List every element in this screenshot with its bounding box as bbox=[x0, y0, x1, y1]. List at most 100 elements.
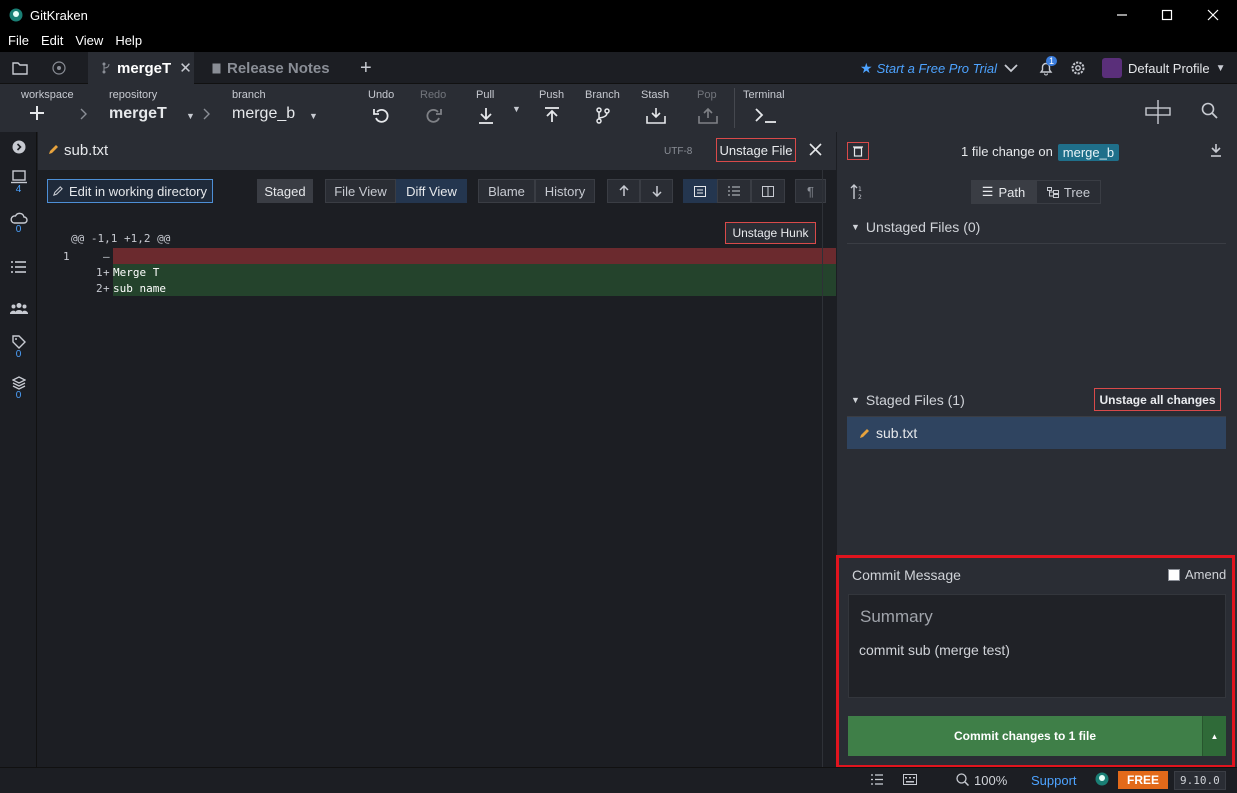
tree-view-button[interactable]: Tree bbox=[1036, 180, 1101, 204]
pull-options-caret-icon[interactable]: ▼ bbox=[512, 104, 521, 114]
left-rail: 4 0 0 0 bbox=[0, 132, 37, 767]
pencil-icon bbox=[859, 428, 870, 439]
activity-log-icon[interactable] bbox=[871, 774, 883, 785]
diff-line-text: Merge T bbox=[113, 266, 160, 279]
teams-icon[interactable] bbox=[0, 302, 37, 314]
add-workspace-icon[interactable] bbox=[30, 106, 44, 120]
search-icon[interactable] bbox=[1201, 102, 1218, 119]
pop-label[interactable]: Pop bbox=[697, 89, 717, 101]
minimize-button[interactable] bbox=[1099, 0, 1145, 30]
stash-label[interactable]: Stash bbox=[641, 89, 669, 101]
split-view-button[interactable] bbox=[751, 179, 785, 203]
unstage-file-button[interactable]: Unstage File bbox=[716, 138, 796, 162]
push-icon[interactable] bbox=[544, 107, 560, 124]
path-view-button[interactable]: ☰ Path bbox=[971, 180, 1036, 204]
breadcrumb-chevron-icon bbox=[203, 108, 211, 120]
keyboard-icon[interactable] bbox=[903, 774, 917, 785]
expand-panel-icon[interactable] bbox=[0, 140, 37, 154]
file-view-tab[interactable]: File View bbox=[325, 179, 396, 203]
branch-button-label[interactable]: Branch bbox=[585, 89, 620, 101]
diff-view-tab[interactable]: Diff View bbox=[396, 179, 467, 203]
layout-toggle-icon[interactable] bbox=[1145, 100, 1171, 124]
undo-label[interactable]: Undo bbox=[368, 89, 394, 101]
amend-label: Amend bbox=[1185, 567, 1227, 582]
push-label[interactable]: Push bbox=[539, 89, 564, 101]
profile-name: Default Profile bbox=[1128, 60, 1210, 76]
amend-checkbox-box[interactable] bbox=[1168, 568, 1180, 581]
chevron-down-icon[interactable] bbox=[1004, 52, 1022, 84]
commit-options-button[interactable]: ▲ bbox=[1202, 716, 1226, 756]
free-trial-link[interactable]: ★ Start a Free Pro Trial bbox=[860, 60, 997, 77]
profile-selector[interactable]: Default Profile ▼ bbox=[1102, 52, 1227, 84]
create-branch-icon[interactable] bbox=[596, 107, 610, 124]
local-branches-icon[interactable]: 4 bbox=[0, 170, 37, 195]
folder-icon[interactable] bbox=[12, 52, 34, 84]
summary-input[interactable]: Summary bbox=[860, 607, 933, 627]
notifications-bell-icon[interactable]: 1 bbox=[1038, 52, 1058, 84]
menu-view[interactable]: View bbox=[71, 30, 107, 48]
tags-icon[interactable]: 0 bbox=[0, 335, 37, 360]
maximize-button[interactable] bbox=[1144, 0, 1190, 30]
blame-tab[interactable]: Blame bbox=[478, 179, 535, 203]
close-diff-icon[interactable] bbox=[809, 143, 822, 156]
menu-file[interactable]: File bbox=[4, 30, 33, 48]
sort-icon[interactable]: 12 bbox=[850, 184, 865, 200]
pull-icon[interactable] bbox=[478, 107, 494, 124]
discard-all-button[interactable] bbox=[847, 142, 869, 160]
new-tab-button[interactable]: + bbox=[360, 52, 380, 84]
close-tab-icon[interactable]: ✕ bbox=[179, 59, 192, 77]
amend-checkbox[interactable]: Amend bbox=[1168, 567, 1226, 582]
history-tab[interactable]: History bbox=[535, 179, 595, 203]
inline-view-button[interactable] bbox=[717, 179, 751, 203]
undo-icon[interactable] bbox=[373, 107, 390, 124]
support-link[interactable]: Support bbox=[1031, 773, 1077, 788]
terminal-label[interactable]: Terminal bbox=[743, 89, 785, 101]
menu-help[interactable]: Help bbox=[111, 30, 146, 48]
branch-caret-icon[interactable]: ▼ bbox=[309, 111, 318, 121]
next-hunk-button[interactable] bbox=[640, 179, 673, 203]
unstaged-files-header[interactable]: ▼ Unstaged Files (0) bbox=[851, 219, 980, 235]
pull-requests-list-icon[interactable] bbox=[0, 261, 37, 273]
pull-label[interactable]: Pull bbox=[476, 89, 494, 101]
path-view-label: Path bbox=[998, 184, 1026, 200]
description-input[interactable]: commit sub (merge test) bbox=[859, 642, 1010, 658]
new-line-number: 1 bbox=[96, 266, 103, 279]
redo-icon[interactable] bbox=[425, 107, 442, 124]
commit-button[interactable]: Commit changes to 1 file bbox=[848, 716, 1202, 756]
staged-files-header[interactable]: ▼ Staged Files (1) bbox=[851, 392, 965, 408]
unstage-hunk-button[interactable]: Unstage Hunk bbox=[725, 222, 816, 244]
repository-selector[interactable]: mergeT bbox=[109, 105, 167, 123]
tree-view-label: Tree bbox=[1063, 184, 1091, 200]
plan-badge[interactable]: FREE bbox=[1118, 771, 1169, 789]
list-icon bbox=[728, 186, 740, 196]
close-window-button[interactable] bbox=[1190, 0, 1236, 30]
pencil-icon bbox=[48, 144, 59, 155]
download-icon[interactable] bbox=[1210, 143, 1222, 157]
previous-hunk-button[interactable] bbox=[607, 179, 640, 203]
tab-release-notes[interactable]: Release Notes bbox=[212, 52, 337, 84]
diff-scrollbar-track[interactable] bbox=[822, 170, 823, 767]
hunk-view-button[interactable] bbox=[683, 179, 717, 203]
settings-gear-icon[interactable] bbox=[1070, 52, 1088, 84]
staged-toggle[interactable]: Staged bbox=[257, 179, 313, 203]
remote-icon[interactable]: 0 bbox=[0, 212, 37, 235]
submodules-layers-icon[interactable]: 0 bbox=[0, 376, 37, 401]
zoom-level[interactable]: 100% bbox=[974, 773, 1007, 788]
stash-icon[interactable] bbox=[646, 107, 666, 124]
unstage-all-button[interactable]: Unstage all changes bbox=[1094, 388, 1221, 411]
edit-in-working-directory-button[interactable]: Edit in working directory bbox=[47, 179, 213, 203]
staged-file-row[interactable]: sub.txt bbox=[847, 417, 1226, 449]
repository-caret-icon[interactable]: ▼ bbox=[186, 111, 195, 121]
gitkraken-home-icon[interactable] bbox=[52, 52, 72, 84]
commit-message-input[interactable]: Summary commit sub (merge test) bbox=[848, 594, 1226, 698]
pop-icon[interactable] bbox=[698, 107, 718, 124]
menu-edit[interactable]: Edit bbox=[37, 30, 67, 48]
zoom-icon[interactable] bbox=[956, 773, 969, 786]
tab-mergeT[interactable]: mergeT ✕ bbox=[88, 52, 194, 84]
breadcrumb-chevron-icon bbox=[80, 108, 88, 120]
branch-selector[interactable]: merge_b bbox=[232, 105, 295, 123]
file-encoding[interactable]: UTF-8 bbox=[664, 146, 692, 157]
redo-label[interactable]: Redo bbox=[420, 89, 446, 101]
diff-line: 1 — bbox=[38, 248, 836, 264]
terminal-icon[interactable] bbox=[755, 107, 777, 124]
